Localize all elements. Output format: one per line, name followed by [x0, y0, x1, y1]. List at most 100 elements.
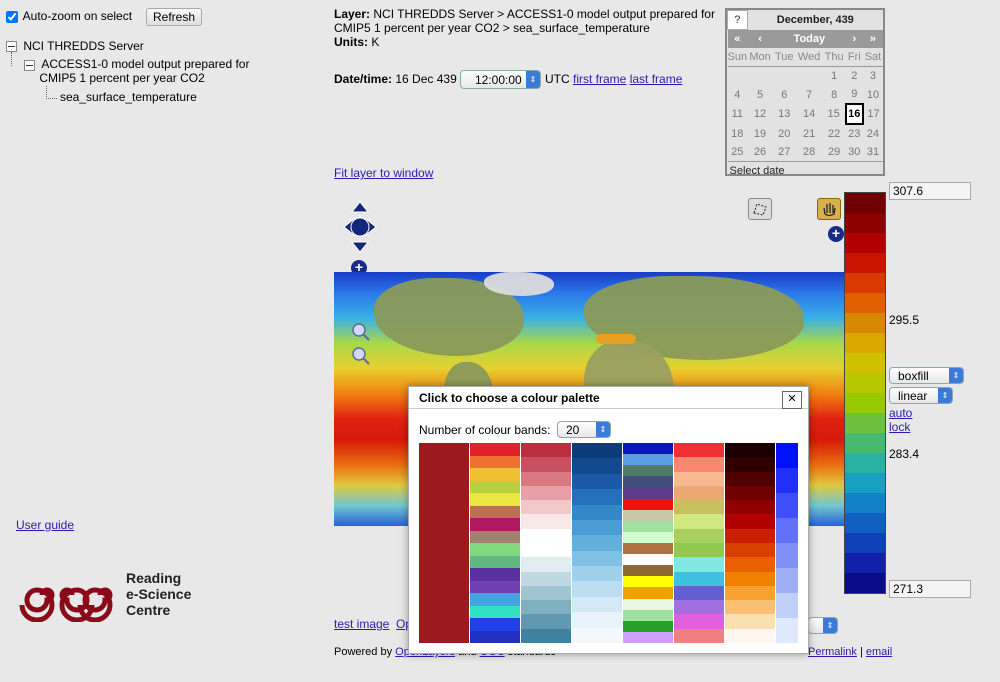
- colour-band: [845, 293, 885, 313]
- calendar-day[interactable]: 20: [773, 124, 795, 143]
- tree-leaf[interactable]: sea_surface_temperature: [60, 90, 197, 104]
- calendar-day[interactable]: 8: [823, 85, 846, 104]
- calendar-day[interactable]: 27: [773, 143, 795, 162]
- collapse-icon[interactable]: [24, 60, 35, 71]
- calendar-day[interactable]: 17: [863, 104, 883, 124]
- palette-swatch: [572, 443, 622, 459]
- today-button[interactable]: Today: [773, 29, 846, 48]
- colour-band: [845, 553, 885, 573]
- hand-icon: [823, 203, 836, 217]
- palette-swatch: [521, 457, 571, 472]
- scale-type-select[interactable]: linear ⇕: [889, 387, 953, 404]
- collapse-icon[interactable]: [6, 41, 17, 53]
- calendar-day[interactable]: 14: [796, 104, 823, 124]
- calendar-day[interactable]: 11: [728, 104, 748, 124]
- calendar-day[interactable]: 23: [846, 124, 863, 143]
- style-select[interactable]: boxfill ⇕: [889, 367, 964, 384]
- calendar-day[interactable]: 25: [728, 143, 748, 162]
- email-link[interactable]: email: [866, 646, 892, 658]
- prev-year-button[interactable]: «: [727, 29, 748, 48]
- zoombox-icon[interactable]: [351, 322, 373, 370]
- first-frame-link[interactable]: first frame: [573, 72, 626, 86]
- calendar-day[interactable]: 26: [747, 143, 773, 162]
- calendar-day[interactable]: 21: [796, 124, 823, 143]
- calendar-day[interactable]: 13: [773, 104, 795, 124]
- calendar-day[interactable]: 1: [823, 67, 846, 86]
- palette-option[interactable]: [521, 443, 572, 643]
- calendar-day[interactable]: 18: [728, 124, 748, 143]
- refresh-button[interactable]: Refresh: [146, 8, 203, 26]
- permalink-link[interactable]: Permalink: [808, 646, 857, 658]
- calendar-day[interactable]: 4: [728, 85, 748, 104]
- tree-child[interactable]: ACCESS1-0 model output prepared for CMIP…: [24, 57, 249, 85]
- pan-hand-button[interactable]: [817, 198, 841, 220]
- calendar-day[interactable]: 7: [796, 85, 823, 104]
- calendar-day[interactable]: 5: [747, 85, 773, 104]
- calendar-day[interactable]: 29: [823, 143, 846, 162]
- calendar-day[interactable]: 31: [863, 143, 883, 162]
- pan-control-icon[interactable]: [342, 200, 378, 254]
- palette-swatch: [725, 571, 775, 586]
- lock-scale-link[interactable]: lock: [889, 420, 910, 434]
- palette-option[interactable]: [419, 443, 470, 643]
- palette-swatch: [521, 571, 571, 586]
- colour-band: [845, 573, 885, 593]
- user-guide-link[interactable]: User guide: [16, 518, 74, 532]
- calendar-day[interactable]: 2: [846, 67, 863, 86]
- fit-layer-link[interactable]: Fit layer to window: [334, 166, 433, 180]
- calendar-day[interactable]: 10: [863, 85, 883, 104]
- palette-option[interactable]: [470, 443, 521, 643]
- calendar-day[interactable]: 6: [773, 85, 795, 104]
- layer-switcher-button[interactable]: +: [828, 226, 844, 242]
- palette-swatch: [623, 598, 673, 610]
- next-year-button[interactable]: »: [862, 29, 883, 48]
- calendar-day[interactable]: 16: [844, 103, 864, 125]
- autozoom-checkbox[interactable]: [6, 10, 18, 23]
- scale-max-input[interactable]: 307.6: [889, 182, 971, 200]
- tree-root-label[interactable]: NCI THREDDS Server: [23, 39, 143, 53]
- prev-month-button[interactable]: ‹: [747, 29, 774, 48]
- palette-swatch: [674, 557, 724, 572]
- tree-child-label-line2[interactable]: CMIP5 1 percent per year CO2: [39, 71, 249, 85]
- weekday-mon: Mon: [749, 51, 771, 63]
- palette-swatch: [572, 535, 622, 551]
- calendar-day[interactable]: 30: [846, 143, 863, 162]
- auto-scale-link[interactable]: auto: [889, 406, 912, 420]
- palette-option[interactable]: [623, 443, 674, 643]
- palette-swatch: [521, 542, 571, 558]
- calendar-help-button[interactable]: ?: [727, 10, 748, 30]
- palette-option[interactable]: [572, 443, 623, 643]
- calendar-day[interactable]: 24: [863, 124, 883, 143]
- calendar-day[interactable]: 12: [747, 104, 773, 124]
- opacity-select[interactable]: % ⇕: [808, 617, 838, 634]
- palette-option[interactable]: [674, 443, 725, 643]
- calendar-day[interactable]: 22: [823, 124, 846, 143]
- last-frame-link[interactable]: last frame: [630, 72, 683, 86]
- palette-option[interactable]: [776, 443, 799, 643]
- palette-swatch: [623, 476, 673, 488]
- tree-root[interactable]: NCI THREDDS Server: [6, 39, 144, 53]
- scale-min-input[interactable]: 271.3: [889, 580, 971, 598]
- calendar-day[interactable]: 9: [846, 85, 863, 104]
- tree-child-label-line1[interactable]: ACCESS1-0 model output prepared for: [41, 57, 249, 71]
- time-select[interactable]: 12:00:00 ⇕: [460, 70, 541, 89]
- palette-swatch: [776, 543, 798, 568]
- palette-swatch: [623, 554, 673, 566]
- next-month-button[interactable]: ›: [845, 29, 863, 48]
- palette-swatch: [521, 485, 571, 501]
- calendar-day[interactable]: 19: [747, 124, 773, 143]
- colour-band: [845, 353, 885, 373]
- test-image-link[interactable]: test image: [334, 617, 389, 631]
- palette-swatch: [572, 519, 622, 536]
- colour-band: [845, 273, 885, 293]
- palette-swatch: [674, 443, 724, 458]
- palette-swatch: [470, 505, 520, 518]
- colour-band: [845, 433, 885, 453]
- calendar-day[interactable]: 3: [863, 67, 883, 86]
- calendar-day[interactable]: 28: [796, 143, 823, 162]
- palette-option[interactable]: [725, 443, 776, 643]
- palette-swatch: [674, 471, 724, 486]
- draw-polygon-button[interactable]: [748, 198, 772, 220]
- calendar-day[interactable]: 15: [823, 104, 846, 124]
- palette-swatch: [623, 520, 673, 532]
